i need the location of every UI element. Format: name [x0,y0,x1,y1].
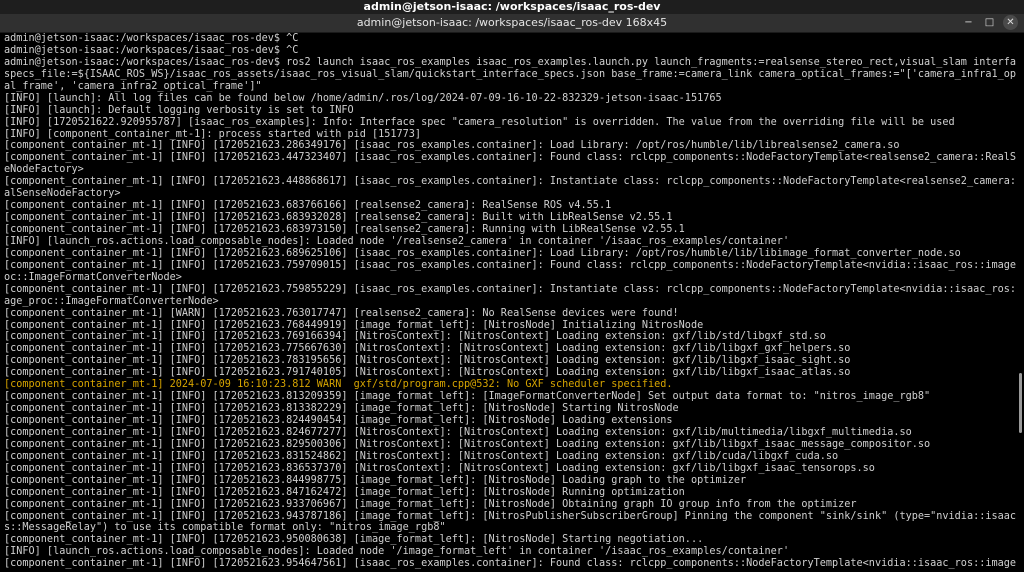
terminal-line: eNodeFactory> [4,164,84,176]
minimize-icon[interactable]: − [961,15,976,30]
window-controls: − □ ✕ [961,15,1018,30]
maximize-icon[interactable]: □ [982,15,997,30]
terminal-line: age_proc::ImageFormatConverterNode> [4,295,219,307]
system-top-bar: admin@jetson-isaac: /workspaces/isaac_ro… [0,0,1024,14]
terminal-line: [component_container_mt-1] [INFO] [17205… [4,391,931,403]
terminal-line: oc::ImageFormatConverterNode> [4,271,182,283]
terminal-line: [INFO] [component_container_mt-1]: proce… [4,128,422,140]
terminal-line: [component_container_mt-1] [INFO] [17205… [4,212,673,224]
terminal-line: [component_container_mt-1] [INFO] [17205… [4,510,1016,522]
terminal-line: [component_container_mt-1] [INFO] [17205… [4,140,900,152]
terminal-line: [component_container_mt-1] 2024-07-09 16… [4,379,673,391]
terminal-line: [component_container_mt-1] [INFO] [17205… [4,486,685,498]
system-top-title: admin@jetson-isaac: /workspaces/isaac_ro… [363,0,661,13]
terminal-scrollbar[interactable] [1016,33,1024,572]
terminal-line: [component_container_mt-1] [INFO] [17205… [4,259,1016,271]
terminal-line: [component_container_mt-1] [INFO] [17205… [4,200,612,212]
terminal-line: [INFO] [launch_ros.actions.load_composab… [4,235,790,247]
terminal-line: [component_container_mt-1] [INFO] [17205… [4,462,875,474]
scrollbar-thumb[interactable] [1019,373,1022,433]
terminal-title-bar[interactable]: admin@jetson-isaac: /workspaces/isaac_ro… [0,14,1024,33]
terminal-line: [component_container_mt-1] [INFO] [17205… [4,152,1016,164]
terminal-line: [component_container_mt-1] [INFO] [17205… [4,403,679,415]
terminal-line: [component_container_mt-1] [INFO] [17205… [4,450,839,462]
terminal-line: alSenseNodeFactory> [4,188,121,200]
terminal-output[interactable]: admin@jetson-isaac:/workspaces/isaac_ros… [0,33,1016,572]
terminal-line: [component_container_mt-1] [WARN] [17205… [4,307,679,319]
terminal-line: [INFO] [1720521622.920955787] [isaac_ros… [4,116,955,128]
terminal-line: [component_container_mt-1] [INFO] [17205… [4,331,826,343]
terminal-line: [component_container_mt-1] [INFO] [17205… [4,367,851,379]
terminal-line: [component_container_mt-1] [INFO] [17205… [4,534,704,546]
terminal-text: admin@jetson-isaac:/workspaces/isaac_ros… [0,33,1016,570]
terminal-line: [component_container_mt-1] [INFO] [17205… [4,498,857,510]
terminal-line: [component_container_mt-1] [INFO] [17205… [4,247,961,259]
terminal-line: s::MessageRelay") to use its compatible … [4,522,446,534]
terminal-line: specs_file:=${ISAAC_ROS_WS}/isaac_ros_as… [4,68,1016,80]
terminal-line: [component_container_mt-1] [INFO] [17205… [4,355,851,367]
terminal-line: [INFO] [launch]: All log files can be fo… [4,92,722,104]
close-icon[interactable]: ✕ [1003,15,1018,30]
terminal-line: admin@jetson-isaac:/workspaces/isaac_ros… [4,44,299,56]
terminal-line: admin@jetson-isaac:/workspaces/isaac_ros… [4,56,1016,68]
terminal-line: [component_container_mt-1] [INFO] [17205… [4,283,1016,295]
terminal-line: al_frame', 'camera_infra2_optical_frame'… [4,80,262,92]
terminal-line: [component_container_mt-1] [INFO] [17205… [4,319,704,331]
terminal-line: admin@jetson-isaac:/workspaces/isaac_ros… [4,33,299,44]
terminal-line: [component_container_mt-1] [INFO] [17205… [4,224,685,235]
terminal-line: [component_container_mt-1] [INFO] [17205… [4,343,851,355]
terminal-line: [component_container_mt-1] [INFO] [17205… [4,558,1016,570]
terminal-line: [component_container_mt-1] [INFO] [17205… [4,176,1016,188]
terminal-line: [component_container_mt-1] [INFO] [17205… [4,426,912,438]
terminal-line: [component_container_mt-1] [INFO] [17205… [4,438,931,450]
terminal-line: [component_container_mt-1] [INFO] [17205… [4,415,673,426]
terminal-line: [INFO] [launch_ros.actions.load_composab… [4,546,790,558]
window-title: admin@jetson-isaac: /workspaces/isaac_ro… [356,16,668,29]
terminal-line: [component_container_mt-1] [INFO] [17205… [4,474,747,486]
terminal-line: [INFO] [launch]: Default logging verbosi… [4,104,354,116]
